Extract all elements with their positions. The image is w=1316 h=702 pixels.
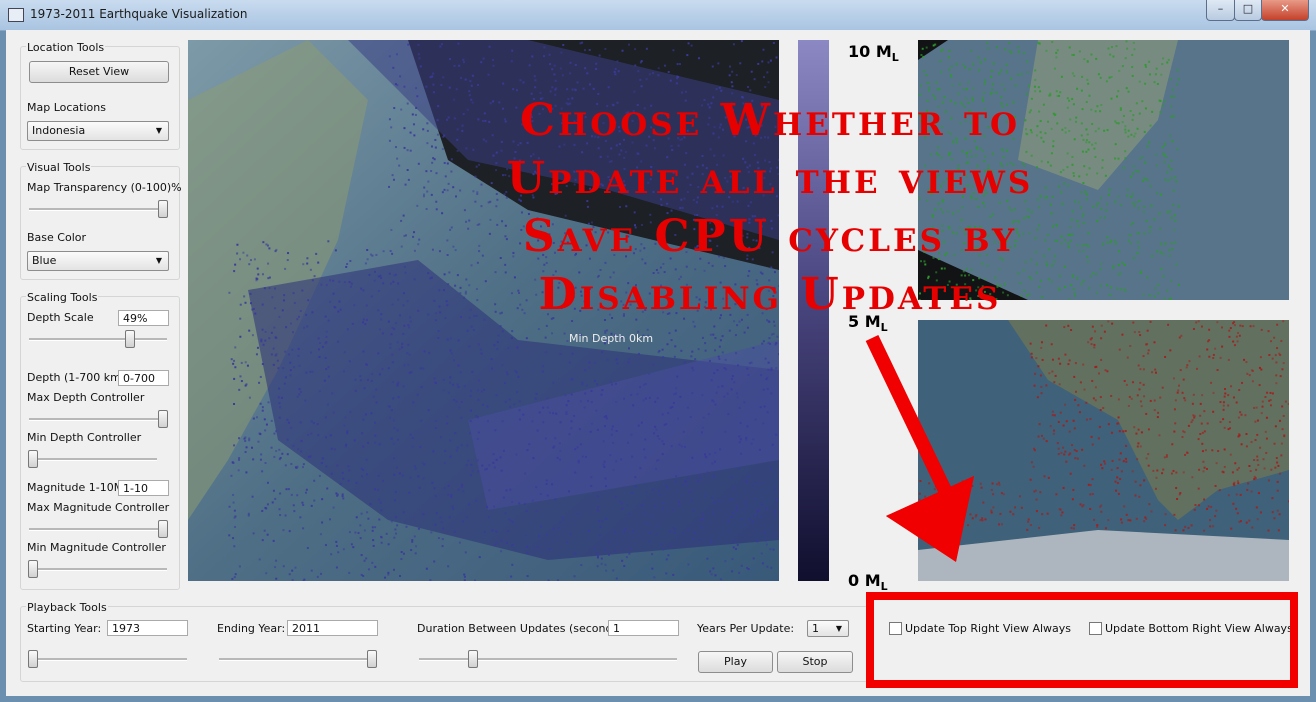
duration-track [419, 658, 677, 661]
min-magnitude-slider[interactable] [28, 560, 38, 578]
annotation-highlight-box [866, 592, 1298, 688]
minimize-button[interactable]: – [1206, 0, 1235, 21]
annotation-line: Save CPU cycles by [522, 211, 1018, 262]
starting-year-label: Starting Year: [27, 622, 102, 635]
map-locations-select[interactable]: Indonesia ▼ [27, 121, 169, 141]
max-depth-label: Max Depth Controller [27, 391, 145, 404]
annotation-line: Choose Whether to [519, 95, 1021, 146]
magnitude-label: Magnitude 1-10ML [27, 481, 130, 494]
depth-scale-track [29, 338, 167, 341]
base-color-label: Base Color [27, 231, 87, 244]
years-per-update-value: 1 [812, 622, 819, 635]
min-magnitude-track [29, 568, 167, 571]
base-color-select[interactable]: Blue ▼ [27, 251, 169, 271]
maximize-button[interactable]: □ [1234, 0, 1262, 21]
annotation-text: Choose Whether to Update all the views S… [380, 92, 1160, 324]
chevron-down-icon: ▼ [155, 126, 162, 135]
starting-year-field[interactable]: 1973 [107, 620, 188, 636]
duration-label: Duration Between Updates (seconds): [417, 622, 627, 635]
years-per-update-select[interactable]: 1 ▼ [807, 620, 849, 637]
depth-range-label: Depth (1-700 km) [27, 371, 126, 384]
map-transparency-slider[interactable] [158, 200, 168, 218]
annotation-line: Update all the views [506, 153, 1034, 204]
starting-year-slider[interactable] [28, 650, 38, 668]
playback-tools-title: Playback Tools [26, 601, 108, 614]
depth-scale-label: Depth Scale [27, 311, 94, 324]
ending-year-field[interactable]: 2011 [287, 620, 378, 636]
play-button[interactable]: Play [698, 651, 773, 673]
min-depth-slider[interactable] [28, 450, 38, 468]
depth-range-field[interactable]: 0-700 [118, 370, 169, 386]
max-depth-track [29, 418, 167, 421]
scale-top-label: 10 ML [848, 42, 899, 65]
map-transparency-label: Map Transparency (0-100)% [27, 181, 182, 194]
map-transparency-track [29, 208, 167, 211]
stop-button[interactable]: Stop [777, 651, 853, 673]
duration-field[interactable]: 1 [608, 620, 679, 636]
chevron-down-icon: ▼ [155, 256, 162, 265]
magnitude-field[interactable]: 1-10 [118, 480, 169, 496]
max-depth-slider[interactable] [158, 410, 168, 428]
starting-year-track [29, 658, 187, 661]
ending-year-slider[interactable] [367, 650, 377, 668]
window-title: 1973-2011 Earthquake Visualization [30, 7, 248, 21]
chevron-down-icon: ▼ [835, 624, 842, 633]
ending-year-track [219, 658, 377, 661]
map-locations-label: Map Locations [27, 101, 106, 114]
max-magnitude-label: Max Magnitude Controller [27, 501, 170, 514]
location-tools-title: Location Tools [26, 41, 106, 54]
min-depth-label: Min Depth Controller [27, 431, 142, 444]
annotation-arrow-icon [865, 334, 974, 562]
base-color-value: Blue [32, 254, 57, 267]
map-locations-value: Indonesia [32, 124, 86, 137]
depth-scale-field[interactable]: 49% [118, 310, 169, 326]
app-icon [8, 8, 24, 22]
min-magnitude-label: Min Magnitude Controller [27, 541, 166, 554]
close-button[interactable]: ✕ [1261, 0, 1309, 21]
reset-view-button[interactable]: Reset View [29, 61, 169, 83]
min-depth-overlay: Min Depth 0km [569, 332, 654, 345]
scale-bottom-label: 0 ML [848, 571, 888, 594]
min-depth-track [29, 458, 157, 461]
depth-scale-slider[interactable] [125, 330, 135, 348]
ending-year-label: Ending Year: [217, 622, 286, 635]
duration-slider[interactable] [468, 650, 478, 668]
max-magnitude-slider[interactable] [158, 520, 168, 538]
scaling-tools-title: Scaling Tools [26, 291, 99, 304]
visual-tools-title: Visual Tools [26, 161, 92, 174]
max-magnitude-track [29, 528, 167, 531]
annotation-line: Disabling Updates [538, 269, 1002, 320]
years-per-update-label: Years Per Update: [697, 622, 795, 635]
